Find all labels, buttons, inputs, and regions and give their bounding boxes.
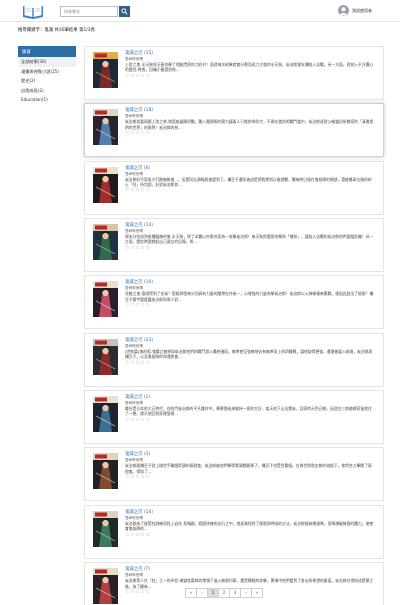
book-cover[interactable] [93,109,118,146]
star-rating: ☆☆☆☆☆ [125,474,151,481]
star-rating: ☆☆☆☆☆ [125,72,151,79]
star-rating: ☆☆☆☆☆ [125,359,151,366]
book-cover[interactable] [93,224,118,261]
book-description: 炭治郎好不容易才打敗蜘蛛鬼...，但是同志頭鳴惡卻趕到了。禰豆子遭拒者這是把我帶… [125,176,372,188]
book-card[interactable]: 鬼滅之刃 (15) 吾峠呼世晴 上弦之鬼-半天狗與玉壺攻擊了地點隱密的刀匠村！面對每… [84,46,384,100]
star-rating: ☆☆☆☆☆ [125,187,151,194]
book-description: [完結篇]鬼的祖-鬼舞辻無慘與炭治郎他們的戰鬥邁入最終階段，無慘甚至強勢地佔有無… [125,348,373,360]
star-rating: ☆☆☆☆☆ [125,531,151,538]
book-cover[interactable] [93,510,118,547]
star-rating: ☆☆☆☆☆ [125,416,151,423]
search-input[interactable]: 搜尋書本 [60,6,118,17]
book-card[interactable]: 鬼滅之刃 (3) 吾峠呼世晴 炭治郎跟禰豆子對上操控手鞠跟箭頭的兩個鬼，炭治郎被他們… [84,447,384,502]
book-card[interactable]: 鬼滅之刃 (23) 吾峠呼世晴 [完結篇]鬼的祖-鬼舞辻無慘與炭治郎他們的戰鬥邁入最… [84,332,384,387]
book-cover[interactable] [93,396,118,433]
book-card[interactable]: 鬼滅之刃 (16) 吾峠呼世晴 炭治郎為了接受柱訓練而找上岩柱-悲鳴嶼，經歷修煉的苦… [84,504,384,559]
book-list: 鬼滅之刃 (15) 吾峠呼世晴 上弦之鬼-半天狗與玉壺攻擊了地點隱密的刀匠村！面對每… [84,46,384,605]
book-description: 花魁之鬼-墮姬得到了花街！墮姬與堕來分別具有力量的腰帶在作為一，以增強的力量攻擊… [125,291,374,302]
book-description: 上弦之鬼-半天狗與玉壺攻擊了地點隱密的刀匠村！面對每次砍擊就會分裂而成力大強的半… [125,62,374,73]
book-cover[interactable] [93,338,118,375]
star-rating: ☆☆☆☆☆ [125,302,151,309]
book-card[interactable]: 鬼滅之刃 (14) 吾峠呼世晴 原本分別成熟各種鍛煉的鬼-半天狗，除了本體以外都合而… [84,218,384,273]
star-rating: ☆☆☆☆☆ [125,130,151,137]
book-description: 炭治郎為了接受柱訓練而找上岩柱-悲鳴嶼，經歷修煉的苦行之中，他逐漸找到了極限與呼… [125,520,374,532]
book-cover[interactable] [93,281,118,318]
book-cover[interactable] [93,52,118,88]
book-cover[interactable] [93,166,118,203]
search-summary: 搜尋關鍵字：鬼滅 共30筆結果 第1/3頁 [18,28,95,33]
filter-title: 篩選 [18,46,76,57]
filter-item-education[interactable]: Education(1) [18,95,76,105]
user-name[interactable]: 測試使用者 [352,8,372,14]
book-card[interactable]: 鬼滅之刃 (10) 吾峠呼世晴 花魁之鬼-墮姬得到了花街！墮姬與堕來分別具有力量的腰… [84,275,384,330]
page-button[interactable]: » [251,588,263,598]
star-rating: ☆☆☆☆☆ [125,244,151,251]
filter-item-history[interactable]: 歷史(2) [18,76,76,86]
book-card[interactable]: 鬼滅之刃 (6) 吾峠呼世晴 炭治郎好不容易才打敗蜘蛛鬼...，但是同志頭鳴惡卻趕到… [84,160,384,215]
top-bar: 搜尋書本 測試使用者 [0,0,400,22]
book-description: 原本分別成熟各種鍛煉的鬼-半天狗，除了本體以外都合而為一攻擊炭治郎！來天狗與霞那… [125,234,374,245]
filter-item-self-growth[interactable]: 自我成長(2) [18,86,76,96]
book-logo-icon[interactable] [22,3,44,19]
search-button[interactable] [119,6,130,17]
book-card[interactable]: 鬼滅之刃 (7) 吾峠呼世晴 炭治郎等人在「柱」之一的炎柱-煉獄杏壽郎的帶領下進入無… [84,562,384,605]
filter-item-comics[interactable]: 漫畫與視覺小說(25) [18,67,76,77]
book-description: 炭治郎與富岡跟上弦之參-猗窩座展開對戰。雖入壓頸照的實力讓兩人只能拚命防守，不過… [125,119,374,130]
search-icon [121,8,128,15]
filter-sidebar: 篩選 全部結果(30) 漫畫與視覺小說(25) 歷史(2) 自我成長(2) Ed… [18,46,76,105]
book-card[interactable]: 鬼滅之刃 (18) 吾峠呼世晴 炭治郎與富岡跟上弦之參-猗窩座展開對戰。雖入壓頸照的… [84,103,384,158]
filter-item-all[interactable]: 全部結果(30) [18,57,76,67]
book-description: 炭治郎跟禰豆子對上操控手鞠跟箭頭的兩個鬼，炭治郎被他們擊得骨頭都斷掉了，禰豆子也… [125,463,372,474]
book-cover[interactable] [93,568,118,605]
avatar[interactable] [338,5,349,16]
book-cover[interactable] [93,453,118,490]
book-description: 舞台是日本的大正時代，在吹門炭治郎的平凡農村中，賽賽靠炭來維持一家的生計，某天他… [125,406,372,417]
pagination: «‹ 1 2 3 ›» [185,588,263,598]
book-card[interactable]: 鬼滅之刃 (1) 吾峠呼世晴 舞台是日本的大正時代，在吹門炭治郎的平凡農村中，賽賽靠… [84,390,384,445]
